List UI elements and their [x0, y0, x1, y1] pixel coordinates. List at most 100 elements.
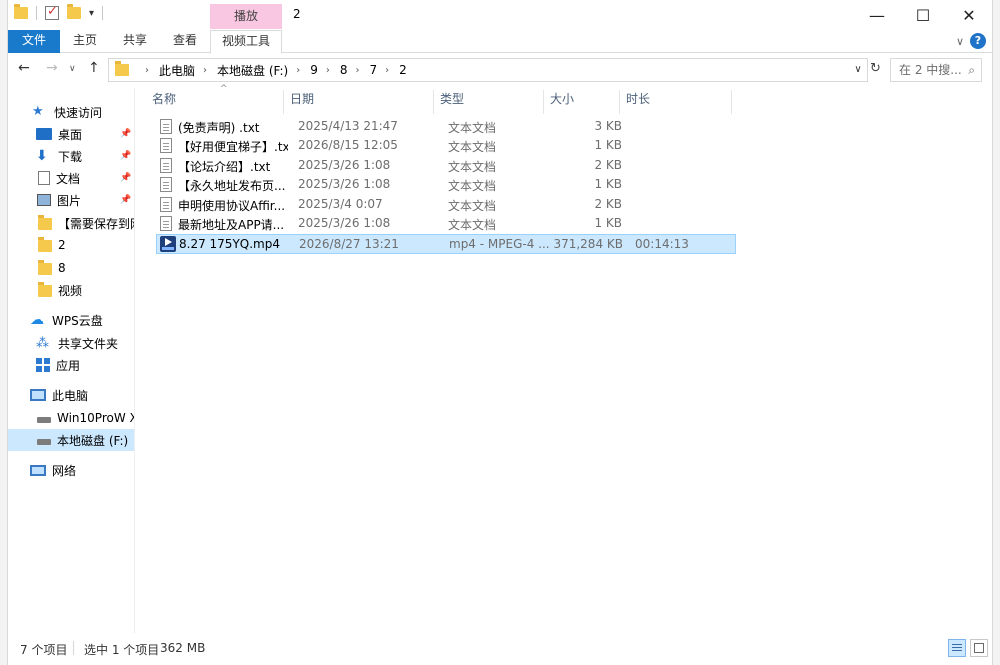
status-bar: 7 个项目 选中 1 个项目 362 MB: [8, 633, 992, 665]
breadcrumb-separator-icon[interactable]: ›: [296, 65, 300, 76]
new-folder-icon[interactable]: [67, 4, 81, 19]
nav-item-label: 快速访问: [54, 105, 103, 120]
breadcrumb-8[interactable]: 8: [340, 63, 348, 77]
cloud-icon: ☁: [30, 312, 44, 328]
file-name: 【永久地址发布页...: [178, 179, 286, 193]
address-history-dropdown-icon[interactable]: ∨: [851, 62, 865, 78]
nav-item-label: 视频: [58, 283, 83, 298]
pin-icon[interactable]: 📌: [120, 173, 131, 183]
window-controls: — ☐ ✕: [854, 0, 992, 30]
breadcrumb-this-pc[interactable]: 此电脑: [159, 62, 195, 79]
column-header-name[interactable]: 名称: [148, 90, 284, 114]
nav-item-this-pc[interactable]: 此电脑: [8, 384, 134, 406]
file-row[interactable]: 【永久地址发布页... 2025/3/26 1:08 文本文档 1 KB: [156, 175, 736, 195]
nav-item-shared-folder[interactable]: ⁂ 共享文件夹: [8, 332, 134, 354]
file-row-selected[interactable]: 8.27 175YQ.mp4 2026/8/27 13:21 mp4 - MPE…: [156, 234, 736, 254]
breadcrumb-separator-icon[interactable]: ›: [203, 65, 207, 76]
file-date: 2025/3/26 1:08: [298, 177, 391, 191]
nav-item-documents[interactable]: 文档 📌: [8, 167, 134, 189]
document-icon: [38, 171, 50, 185]
breadcrumb-separator-icon[interactable]: ›: [385, 65, 389, 76]
picture-icon: [37, 194, 51, 206]
status-selected-size: 362 MB: [160, 641, 206, 655]
address-bar[interactable]: › 此电脑 › 本地磁盘 (F:) › 9 › 8 › 7 › 2 ∨: [108, 58, 868, 82]
column-header-duration[interactable]: 时长: [622, 90, 732, 114]
nav-item-label: 共享文件夹: [58, 336, 119, 351]
close-button[interactable]: ✕: [946, 0, 992, 30]
file-duration: 00:14:13: [635, 237, 689, 251]
column-header-date[interactable]: 日期: [286, 90, 434, 114]
tab-file[interactable]: 文件: [8, 30, 60, 53]
file-date: 2025/4/13 21:47: [298, 119, 398, 133]
file-list: ^ 名称 日期 类型 大小 时长 (免责声明) .txt 2025/4/13 2…: [148, 84, 992, 633]
desktop-icon: [36, 128, 52, 140]
nav-item-label: 桌面: [58, 127, 83, 142]
breadcrumb-separator-icon[interactable]: ›: [145, 65, 149, 76]
nav-item-label: 网络: [52, 463, 77, 478]
file-name: 【好用便宜梯子】.txt: [178, 140, 288, 154]
breadcrumb-9[interactable]: 9: [310, 63, 318, 77]
tab-video-tools[interactable]: 视频工具: [210, 30, 282, 54]
nav-item-local-disk-f[interactable]: 本地磁盘 (F:): [8, 429, 134, 451]
pin-icon[interactable]: 📌: [120, 129, 131, 139]
tab-view[interactable]: 查看: [160, 30, 210, 53]
breadcrumb-separator-icon[interactable]: ›: [356, 65, 360, 76]
file-row[interactable]: (免责声明) .txt 2025/4/13 21:47 文本文档 3 KB: [156, 117, 736, 137]
tab-share[interactable]: 共享: [110, 30, 160, 53]
file-type: 文本文档: [448, 199, 497, 213]
background-window-edge-left: [0, 0, 8, 665]
title-bar: ▾ 播放 2 — ☐ ✕: [8, 0, 992, 30]
forward-arrow-icon[interactable]: →: [46, 60, 58, 76]
nav-item-downloads[interactable]: ⬇ 下载 📌: [8, 145, 134, 167]
apps-icon: [36, 358, 50, 372]
breadcrumb-drive-f[interactable]: 本地磁盘 (F:): [217, 62, 288, 79]
nav-item-label: 文档: [56, 171, 81, 186]
properties-icon[interactable]: [45, 4, 59, 20]
file-date: 2026/8/15 12:05: [298, 138, 398, 152]
nav-item-pictures[interactable]: 图片 📌: [8, 189, 134, 211]
details-view-button[interactable]: [948, 639, 966, 657]
nav-item-folder-video[interactable]: 视频: [8, 279, 134, 301]
file-type: 文本文档: [448, 121, 497, 135]
expand-ribbon-icon[interactable]: ∨: [956, 35, 964, 48]
search-input[interactable]: 在 2 中搜... ⌕: [890, 58, 982, 82]
minimize-button[interactable]: —: [854, 0, 900, 30]
nav-item-apps[interactable]: 应用: [8, 354, 134, 376]
nav-item-folder-save[interactable]: 【需要保存到网: [8, 212, 134, 234]
file-row[interactable]: 申明使用协议Affir... 2025/3/4 0:07 文本文档 2 KB: [156, 195, 736, 215]
nav-item-win10-drive[interactable]: Win10ProW X: [8, 407, 134, 429]
customize-toolbar-dropdown[interactable]: ▾: [89, 8, 94, 19]
file-date: 2025/3/26 1:08: [298, 158, 391, 172]
maximize-button[interactable]: ☐: [900, 0, 946, 30]
file-row[interactable]: 【论坛介绍】.txt 2025/3/26 1:08 文本文档 2 KB: [156, 156, 736, 176]
nav-item-quick-access[interactable]: ★ 快速访问: [8, 101, 134, 123]
context-tab-play[interactable]: 播放: [210, 4, 282, 29]
pin-icon[interactable]: 📌: [120, 151, 131, 161]
column-header-size[interactable]: 大小: [546, 90, 620, 114]
file-row[interactable]: 【好用便宜梯子】.txt 2026/8/15 12:05 文本文档 1 KB: [156, 136, 736, 156]
nav-item-folder-8[interactable]: 8: [8, 257, 134, 279]
nav-item-wps-cloud[interactable]: ☁ WPS云盘: [8, 309, 134, 331]
video-file-icon: [160, 236, 176, 252]
pin-icon[interactable]: 📌: [120, 195, 131, 205]
recent-locations-chevron-icon[interactable]: ∨: [69, 64, 76, 74]
up-arrow-icon[interactable]: ↑: [88, 60, 100, 76]
large-icons-view-button[interactable]: [970, 639, 988, 657]
nav-item-desktop[interactable]: 桌面 📌: [8, 123, 134, 145]
tab-home[interactable]: 主页: [60, 30, 110, 53]
breadcrumb-2[interactable]: 2: [399, 63, 407, 77]
help-icon[interactable]: ?: [970, 33, 986, 49]
file-type: 文本文档: [448, 179, 497, 193]
breadcrumb-7[interactable]: 7: [370, 63, 378, 77]
file-date: 2026/8/27 13:21: [299, 237, 399, 251]
breadcrumb-separator-icon[interactable]: ›: [326, 65, 330, 76]
refresh-icon[interactable]: ↻: [870, 61, 881, 76]
text-file-icon: [160, 216, 172, 231]
column-header-type[interactable]: 类型: [436, 90, 544, 114]
back-arrow-icon[interactable]: ←: [18, 60, 30, 76]
file-size: 1 KB: [594, 216, 622, 230]
file-row[interactable]: 最新地址及APP请... 2025/3/26 1:08 文本文档 1 KB: [156, 214, 736, 234]
nav-item-network[interactable]: 网络: [8, 459, 134, 481]
nav-item-folder-2[interactable]: 2: [8, 234, 134, 256]
file-name: (免责声明) .txt: [178, 121, 260, 135]
